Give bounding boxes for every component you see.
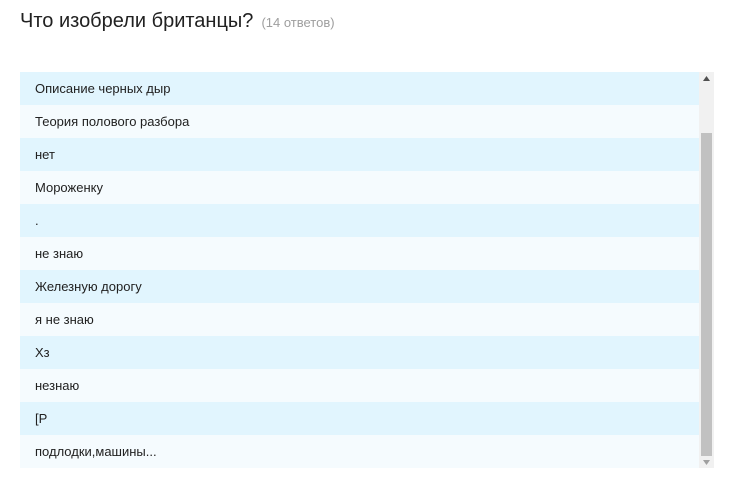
- response-count: (14 ответов): [261, 15, 335, 30]
- response-item: не знаю: [20, 237, 699, 270]
- responses-panel: Описание черных дыр Теория полового разб…: [20, 72, 714, 468]
- response-item: Описание черных дыр: [20, 72, 699, 105]
- response-item: Хз: [20, 336, 699, 369]
- scroll-thumb[interactable]: [701, 133, 712, 456]
- scroll-track[interactable]: [699, 84, 714, 456]
- response-item: Железную дорогу: [20, 270, 699, 303]
- response-item: .: [20, 204, 699, 237]
- triangle-up-icon: [703, 75, 710, 81]
- response-item: [Р: [20, 402, 699, 435]
- response-item: незнаю: [20, 369, 699, 402]
- response-item: подлодки,машины...: [20, 435, 699, 468]
- scroll-up-button[interactable]: [699, 72, 714, 84]
- vertical-scrollbar[interactable]: [699, 72, 714, 468]
- response-item: Теория полового разбора: [20, 105, 699, 138]
- scroll-down-button[interactable]: [699, 456, 714, 468]
- response-list: Описание черных дыр Теория полового разб…: [20, 72, 699, 468]
- response-item: Мороженку: [20, 171, 699, 204]
- response-item: нет: [20, 138, 699, 171]
- question-header: Что изобрели британцы? (14 ответов): [20, 10, 335, 40]
- response-item: я не знаю: [20, 303, 699, 336]
- question-title: Что изобрели британцы?: [20, 10, 254, 32]
- triangle-down-icon: [703, 459, 710, 465]
